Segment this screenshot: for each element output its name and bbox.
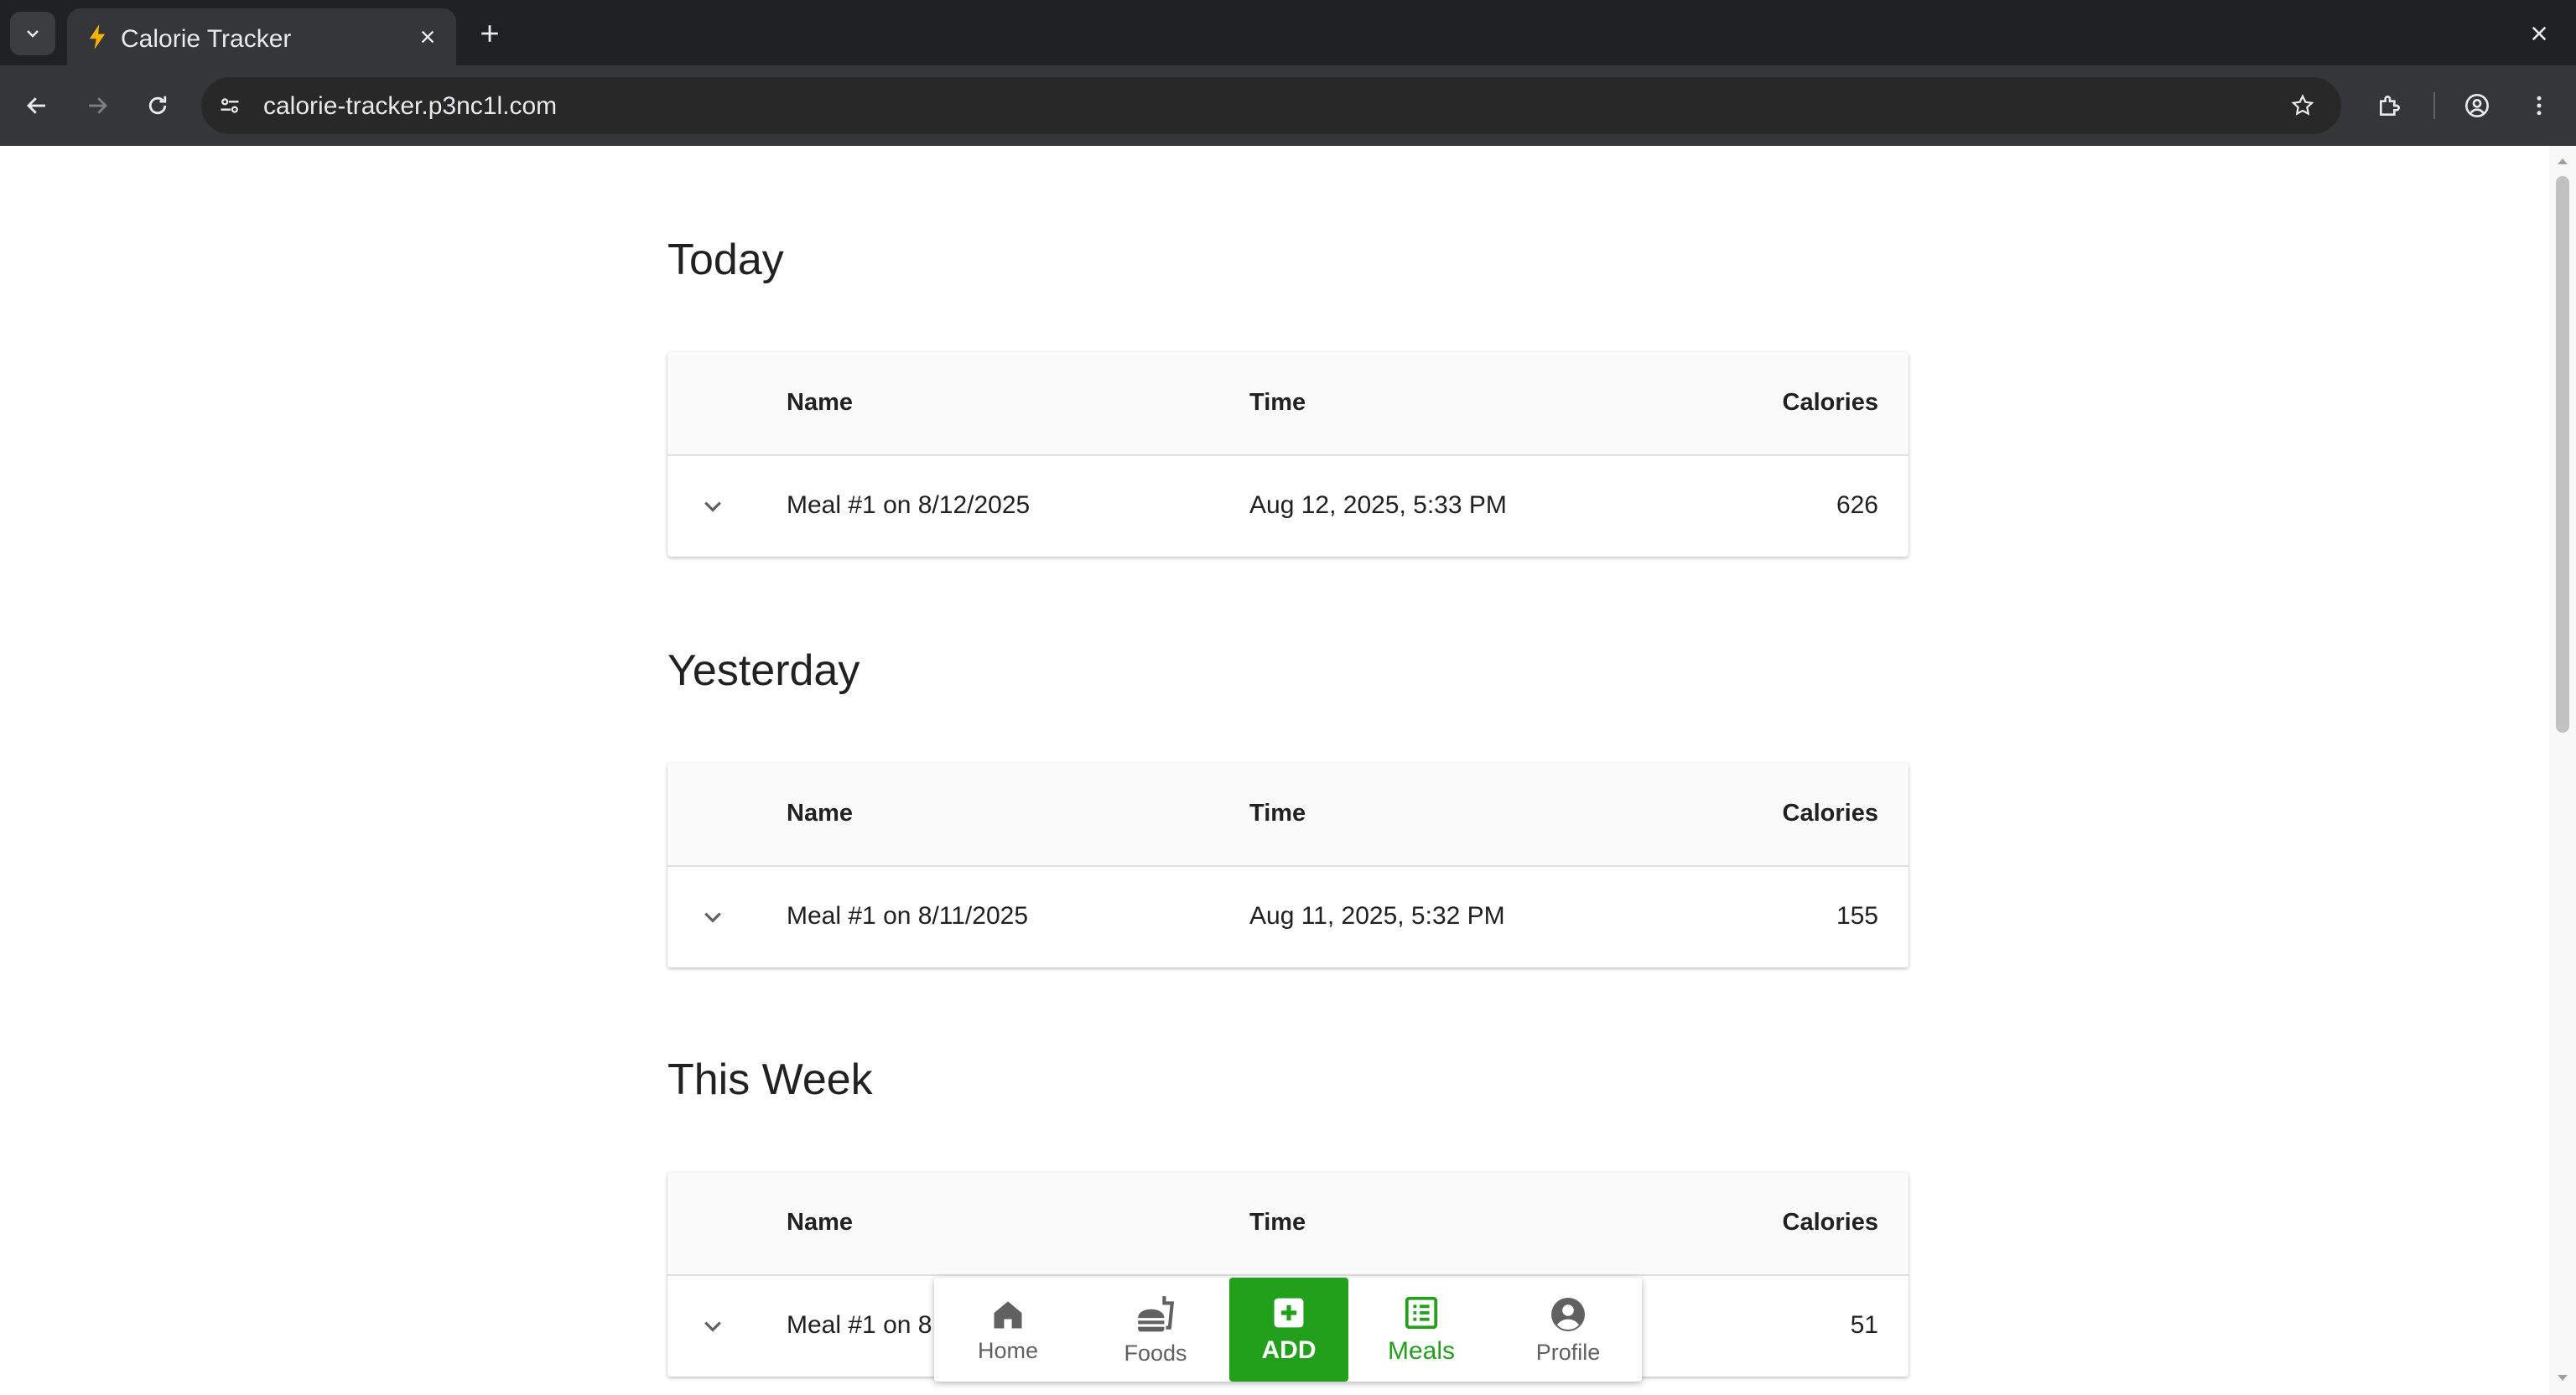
meals-table-today: Name Time Calories Meal #1 on 8/12/2025 … [667,352,1909,557]
column-header-calories: Calories [1782,389,1878,416]
back-icon[interactable] [17,86,57,126]
table-row[interactable]: Meal #1 on 8/11/2025 Aug 11, 2025, 5:32 … [667,867,1909,967]
tab-search-button[interactable] [10,12,55,55]
table-header: Name Time Calories [667,352,1909,456]
address-bar[interactable]: calorie-tracker.p3nc1l.com [201,77,2341,134]
browser-toolbar: calorie-tracker.p3nc1l.com [0,65,2576,146]
chevron-down-icon [27,30,39,38]
column-header-name: Name [787,800,853,827]
toolbar-divider [2433,92,2435,119]
column-header-name: Name [787,1209,853,1236]
chevron-down-icon[interactable] [696,1309,730,1343]
meal-calories: 626 [1836,491,1878,519]
nav-home[interactable]: Home [934,1278,1082,1382]
lightning-bolt-icon [86,23,109,54]
chevron-down-icon[interactable] [696,490,730,523]
chevron-down-icon[interactable] [696,900,730,934]
meal-calories: 155 [1836,902,1878,930]
nav-foods-label: Foods [1124,1340,1187,1366]
tab-title: Calorie Tracker [121,25,292,53]
table-header: Name Time Calories [667,1172,1909,1276]
account-circle-icon [1551,1297,1585,1331]
browser-tab-strip: Calorie Tracker [0,0,2576,65]
window-close-icon[interactable] [2522,17,2556,50]
bottom-navigation: Home Foods ADD Meals Profile [934,1278,1642,1382]
bookmark-star-icon[interactable] [2286,89,2319,122]
nav-add-label: ADD [1261,1336,1317,1364]
table-header: Name Time Calories [667,763,1909,867]
meal-name: Meal #1 on 8 [787,1311,932,1339]
scroll-down-arrow-icon[interactable] [2556,1373,2569,1383]
list-alt-icon [1405,1296,1438,1330]
nav-meals-label: Meals [1387,1337,1456,1365]
meals-table-yesterday: Name Time Calories Meal #1 on 8/11/2025 … [667,763,1909,967]
nav-profile[interactable]: Profile [1494,1278,1642,1382]
nav-home-label: Home [977,1337,1039,1363]
fastfood-icon [1138,1295,1175,1331]
new-tab-icon[interactable] [473,17,506,50]
close-tab-icon[interactable] [413,22,443,52]
scroll-up-arrow-icon[interactable] [2556,156,2569,166]
section-title-today: Today [667,236,784,284]
column-header-name: Name [787,389,853,416]
nav-profile-label: Profile [1535,1339,1601,1365]
site-info-icon[interactable] [213,89,247,122]
nav-add-button[interactable]: ADD [1229,1278,1348,1382]
browser-tab[interactable]: Calorie Tracker [67,8,456,65]
section-title-this-week: This Week [667,1055,873,1104]
add-box-icon [1274,1298,1304,1328]
reload-icon[interactable] [138,86,178,126]
meal-calories: 51 [1850,1311,1878,1339]
page-viewport: Today Name Time Calories Meal #1 on 8/12… [0,146,2549,1395]
browser-menu-icon[interactable] [2519,86,2559,126]
forward-icon[interactable] [77,86,117,126]
column-header-time: Time [1249,389,1306,416]
column-header-time: Time [1249,800,1306,827]
nav-foods[interactable]: Foods [1082,1278,1229,1382]
profile-avatar-icon[interactable] [2457,86,2497,126]
column-header-calories: Calories [1782,800,1878,827]
home-icon [994,1300,1022,1328]
meal-name: Meal #1 on 8/11/2025 [787,902,1029,930]
section-title-yesterday: Yesterday [667,646,860,695]
column-header-calories: Calories [1782,1209,1878,1236]
meal-name: Meal #1 on 8/12/2025 [787,491,1031,519]
column-header-time: Time [1249,1209,1306,1236]
extensions-icon[interactable] [2370,86,2410,126]
table-row[interactable]: Meal #1 on 8/12/2025 Aug 12, 2025, 5:33 … [667,456,1909,557]
url-text: calorie-tracker.p3nc1l.com [263,92,558,120]
scrollbar-thumb[interactable] [2556,176,2569,733]
nav-meals[interactable]: Meals [1348,1278,1494,1382]
meal-time: Aug 12, 2025, 5:33 PM [1249,491,1507,519]
meal-time: Aug 11, 2025, 5:32 PM [1249,902,1505,930]
